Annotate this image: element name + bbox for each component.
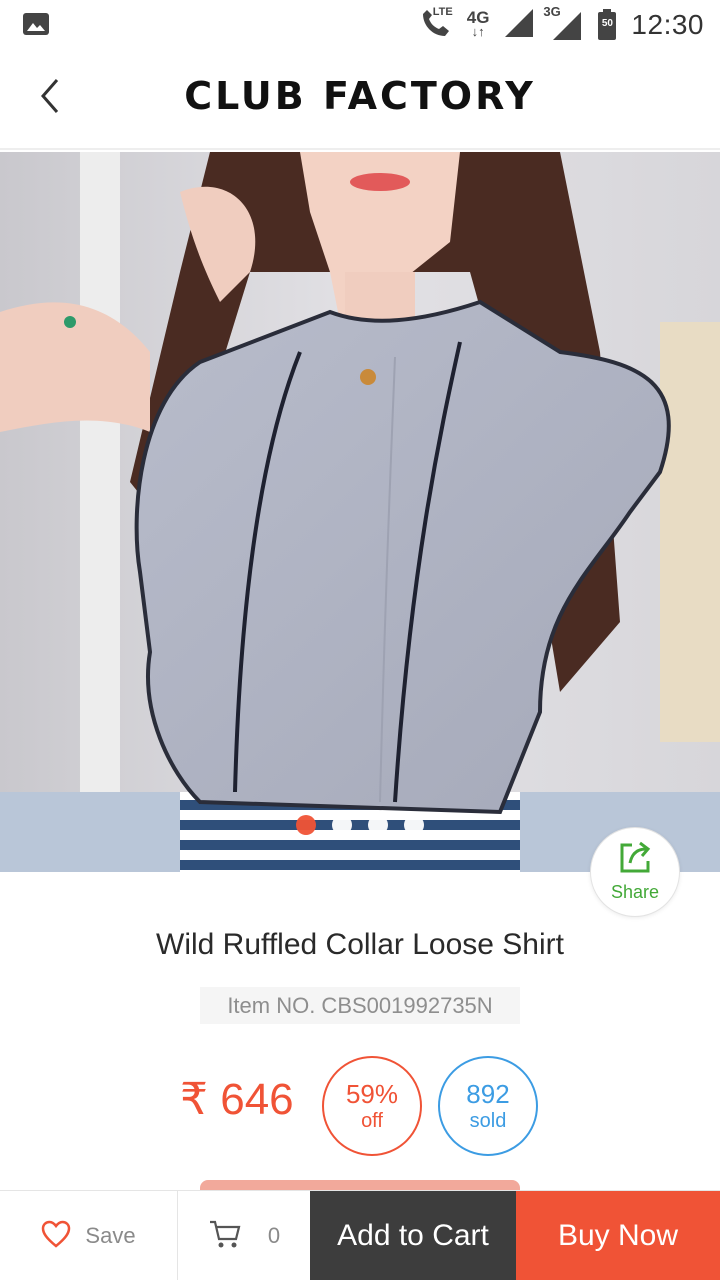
save-button[interactable]: Save xyxy=(0,1191,178,1280)
item-number: Item NO. CBS001992735N xyxy=(200,987,520,1024)
product-price: ₹ 646 xyxy=(180,1075,294,1124)
status-bar: LTE 4G ↓↑ 3G 50 12:30 xyxy=(0,0,720,50)
shopping-cart-icon xyxy=(208,1219,242,1254)
data-arrows-icon: ↓↑ xyxy=(471,24,485,39)
buy-now-button[interactable]: Buy Now xyxy=(516,1191,720,1280)
share-button[interactable]: Share xyxy=(590,827,680,917)
product-title: Wild Ruffled Collar Loose Shirt xyxy=(156,928,564,961)
carousel-dot-4[interactable] xyxy=(404,815,424,835)
brand-logo: CLUB FACTORY xyxy=(184,74,536,118)
discount-value: 59% xyxy=(345,1079,399,1109)
status-icons: LTE 4G ↓↑ 3G 50 12:30 xyxy=(419,0,704,50)
heart-icon xyxy=(41,1220,71,1253)
cart-button[interactable]: 0 xyxy=(178,1191,310,1280)
lte-label: LTE xyxy=(432,6,453,18)
signal-3g-icon: 3G xyxy=(543,4,583,42)
gallery-notification-icon xyxy=(22,12,50,36)
add-to-cart-button[interactable]: Add to Cart xyxy=(310,1191,516,1280)
discount-badge: 59% off xyxy=(322,1056,422,1156)
battery-level: 50 xyxy=(601,18,613,29)
share-label: Share xyxy=(610,882,660,902)
carousel-dot-1[interactable] xyxy=(296,815,316,835)
battery-icon: 50 xyxy=(597,9,617,41)
cart-count: 0 xyxy=(267,1223,281,1248)
network-3g-label: 3G xyxy=(543,4,561,19)
save-label: Save xyxy=(85,1223,136,1248)
clock: 12:30 xyxy=(631,9,704,40)
carousel-dot-3[interactable] xyxy=(368,815,388,835)
network-4g-indicator: 4G ↓↑ xyxy=(466,8,490,39)
discount-label: off xyxy=(361,1110,383,1132)
app-header: CLUB FACTORY xyxy=(0,50,720,150)
sold-label: sold xyxy=(469,1110,507,1132)
sold-count-badge: 892 sold xyxy=(438,1056,538,1156)
sold-value: 892 xyxy=(466,1079,510,1109)
product-photo xyxy=(0,152,720,872)
carousel-dot-2[interactable] xyxy=(332,815,352,835)
signal-strength-icon xyxy=(503,7,535,44)
share-icon xyxy=(618,841,652,878)
network-4g-label: 4G xyxy=(466,8,490,27)
call-lte-icon: LTE xyxy=(419,6,453,42)
product-image-carousel[interactable] xyxy=(0,152,720,872)
bottom-action-bar: Save 0 Add to Cart Buy Now xyxy=(0,1190,720,1280)
